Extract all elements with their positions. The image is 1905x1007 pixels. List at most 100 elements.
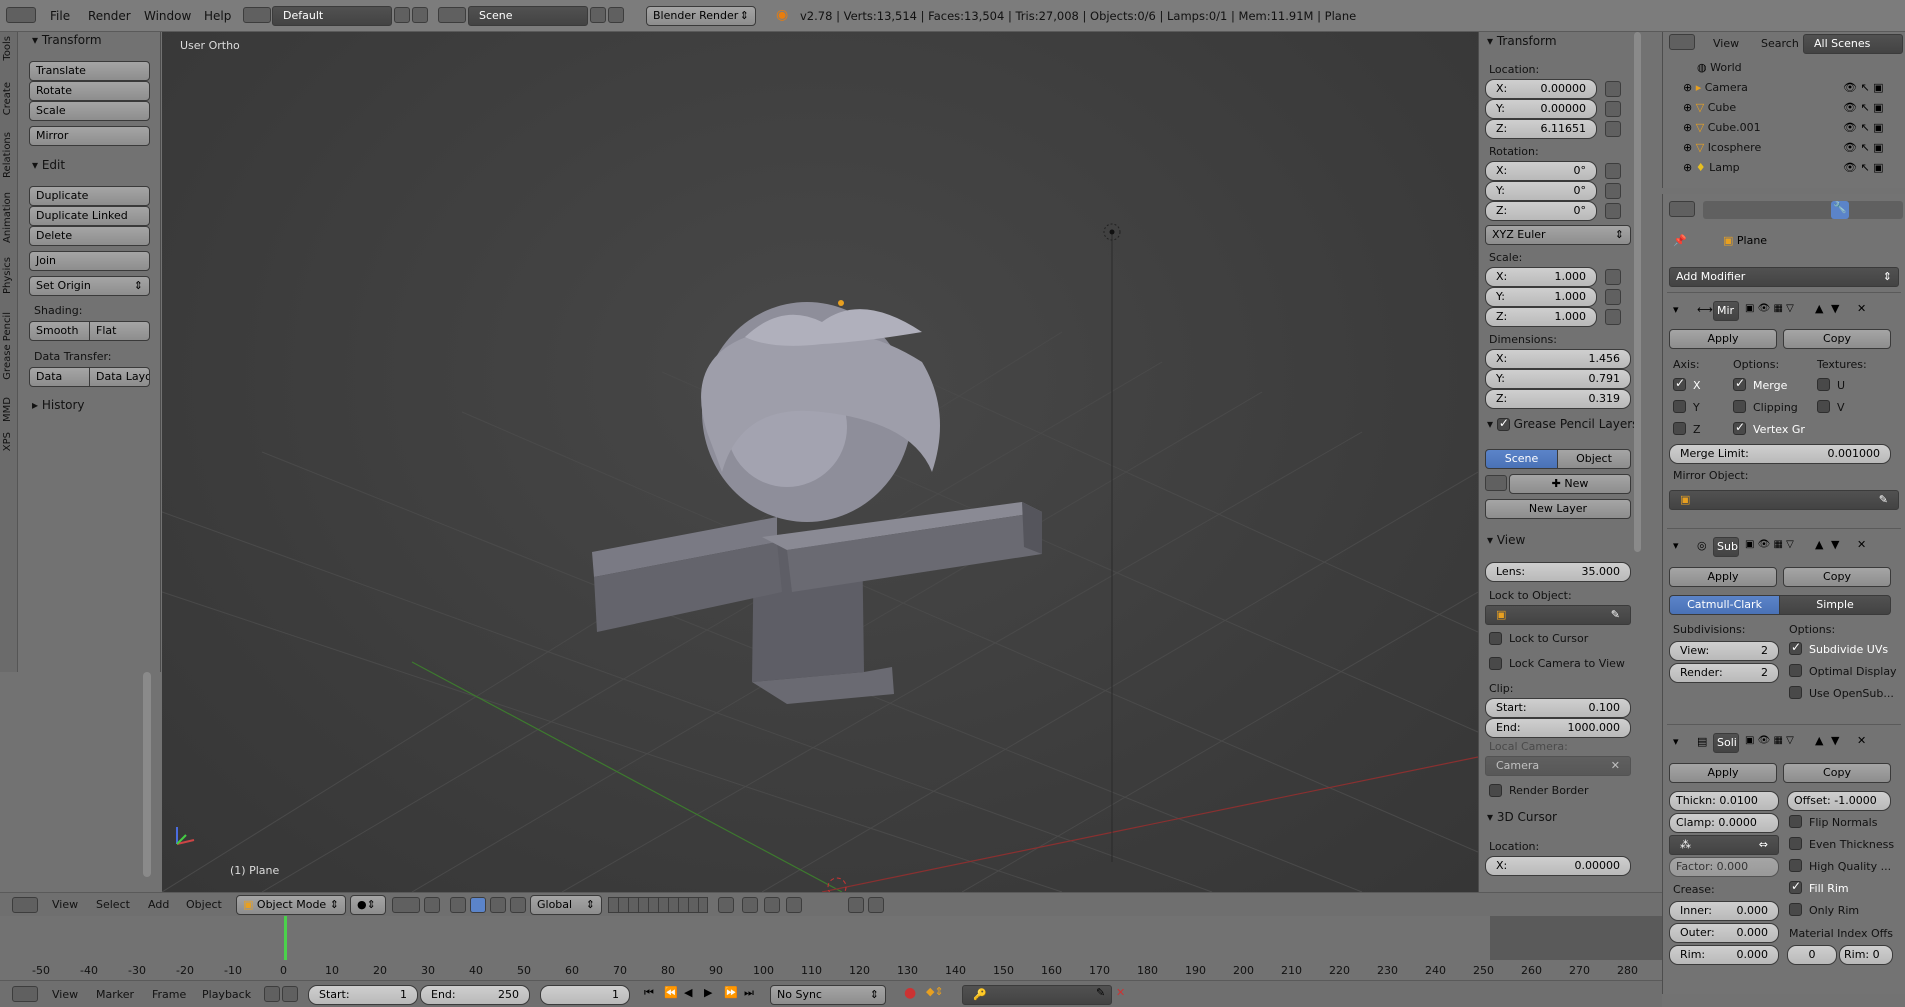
simple-button[interactable]: Simple: [1779, 595, 1891, 615]
npanel-scrollbar[interactable]: [1634, 32, 1641, 552]
dimension-x-field[interactable]: X: 1.456: [1485, 349, 1631, 369]
current-frame-line[interactable]: [284, 916, 287, 960]
cursor-x-field[interactable]: X: 0.00000: [1485, 856, 1631, 876]
rotate-manipulator-icon[interactable]: [470, 897, 486, 913]
visibility-icon[interactable]: 👁 ↖ ▣: [1843, 121, 1884, 134]
lock-range-icon[interactable]: [282, 986, 298, 1002]
pin-icon[interactable]: 📌: [1673, 234, 1687, 247]
outliner-item-cube[interactable]: ⊕ ▽ Cube 👁 ↖ ▣: [1683, 101, 1903, 114]
merge-limit-field[interactable]: Merge Limit: 0.001000: [1669, 444, 1891, 464]
crease-outer-field[interactable]: Outer: 0.000: [1669, 923, 1779, 943]
crease-rim-field[interactable]: Rim: 0.000: [1669, 945, 1779, 965]
join-button[interactable]: Join: [29, 251, 150, 271]
add-scene-icon[interactable]: [590, 7, 606, 23]
scale-x-field[interactable]: X: 1.000: [1485, 267, 1597, 287]
prev-keyframe-icon[interactable]: ⏪: [664, 986, 678, 999]
rotation-x-field[interactable]: X: 0°: [1485, 161, 1597, 181]
axis-x-checkbox[interactable]: [1673, 376, 1686, 391]
keying-icon[interactable]: ◆⇕: [926, 985, 944, 998]
delete-button[interactable]: Delete: [29, 226, 150, 246]
data-layout-button[interactable]: Data Layo: [89, 367, 150, 387]
solidify-name-field[interactable]: Soli: [1713, 733, 1739, 753]
even-thickness-checkbox[interactable]: [1789, 837, 1802, 850]
remove-layout-icon[interactable]: [412, 7, 428, 23]
clip-end-field[interactable]: End: 1000.000: [1485, 718, 1631, 738]
current-frame-field[interactable]: 1: [540, 985, 630, 1005]
manipulator-icon[interactable]: [424, 897, 440, 913]
collapse-icon[interactable]: ▾: [1673, 735, 1679, 748]
snap-target-icon[interactable]: [786, 897, 802, 913]
timeline[interactable]: [0, 916, 1662, 990]
properties-editor-icon[interactable]: [1669, 201, 1695, 217]
vertex-group-field[interactable]: ⁂ ⇔: [1669, 835, 1779, 855]
scale-y-field[interactable]: Y: 1.000: [1485, 287, 1597, 307]
move-up-icon[interactable]: ▲: [1815, 538, 1823, 551]
tab-xps[interactable]: XPS: [2, 432, 13, 451]
lock-scale-y-icon[interactable]: [1605, 289, 1621, 305]
layout-icon[interactable]: [243, 7, 271, 23]
outliner-item-camera[interactable]: ⊕ ▸ Camera 👁 ↖ ▣: [1683, 81, 1903, 94]
render-engine-dropdown[interactable]: Blender Render ⇕: [646, 6, 756, 26]
menu-render[interactable]: Render: [88, 9, 131, 23]
object-menu[interactable]: Object: [186, 898, 222, 911]
mirror-name-field[interactable]: Mir: [1713, 301, 1739, 321]
translate-button[interactable]: Translate: [29, 61, 150, 81]
dimension-y-field[interactable]: Y: 0.791: [1485, 369, 1631, 389]
wrench-icon[interactable]: 🔧: [1831, 201, 1849, 219]
next-keyframe-icon[interactable]: ⏩: [724, 986, 738, 999]
move-up-icon[interactable]: ▲: [1815, 734, 1823, 747]
axis-z-checkbox[interactable]: [1673, 422, 1686, 435]
duplicate-linked-button[interactable]: Duplicate Linked: [29, 206, 150, 226]
mirror-button[interactable]: Mirror: [29, 126, 150, 146]
local-camera-field[interactable]: Camera ✕: [1485, 756, 1631, 776]
scale-z-field[interactable]: Z: 1.000: [1485, 307, 1597, 327]
timeline-editor-icon[interactable]: [12, 986, 38, 1002]
editor-type-icon[interactable]: [12, 897, 38, 913]
tab-physics[interactable]: Physics: [2, 257, 13, 294]
scene-field[interactable]: Scene: [468, 6, 588, 26]
gp-new-layer-button[interactable]: New Layer: [1485, 499, 1631, 519]
vertex-groups-checkbox[interactable]: [1733, 420, 1746, 435]
start-frame-field[interactable]: Start: 1: [308, 985, 418, 1005]
scale-button[interactable]: Scale: [29, 101, 150, 121]
rotate-button[interactable]: Rotate: [29, 81, 150, 101]
lock-location-y-icon[interactable]: [1605, 101, 1621, 117]
gp-object-button[interactable]: Object: [1557, 449, 1631, 469]
screen-layout-field[interactable]: Default: [272, 6, 392, 26]
duplicate-button[interactable]: Duplicate: [29, 186, 150, 206]
lock-camera-checkbox[interactable]: [1489, 657, 1502, 670]
modifier-toggle-icons[interactable]: ▣ 👁 ▦ ▽: [1745, 303, 1794, 314]
preview-range-icon[interactable]: [264, 986, 280, 1002]
crease-inner-field[interactable]: Inner: 0.000: [1669, 901, 1779, 921]
snap-icon[interactable]: [510, 897, 526, 913]
modifier-toggle-icons[interactable]: ▣ 👁 ▦ ▽: [1745, 735, 1794, 746]
tab-tools[interactable]: Tools: [2, 36, 13, 61]
gp-pencil-icon[interactable]: [1485, 475, 1507, 491]
lock-scale-z-icon[interactable]: [1605, 309, 1621, 325]
outliner-search-menu[interactable]: Search: [1761, 37, 1799, 50]
remove-modifier-icon[interactable]: ✕: [1857, 734, 1866, 747]
data-button[interactable]: Data: [29, 367, 90, 387]
edit-panel-header[interactable]: ▾ Edit: [32, 158, 65, 172]
merge-checkbox[interactable]: [1733, 376, 1746, 391]
menu-help[interactable]: Help: [204, 9, 231, 23]
subdiv-view-field[interactable]: View: 2: [1669, 641, 1779, 661]
transform-header[interactable]: ▾ Transform: [1487, 34, 1557, 48]
lock-object-field[interactable]: ▣ ✎: [1485, 605, 1631, 625]
outliner-item-cube001[interactable]: ⊕ ▽ Cube.001 👁 ↖ ▣: [1683, 121, 1903, 134]
clip-start-field[interactable]: Start: 0.100: [1485, 698, 1631, 718]
outliner-scope-dropdown[interactable]: All Scenes: [1803, 34, 1903, 54]
set-origin-dropdown[interactable]: Set Origin ⇕: [29, 276, 150, 296]
select-menu[interactable]: Select: [96, 898, 130, 911]
optimal-display-checkbox[interactable]: [1789, 664, 1802, 677]
collapse-icon[interactable]: ▾: [1673, 539, 1679, 552]
axis-y-checkbox[interactable]: [1673, 400, 1686, 413]
tool-shelf-scrollbar[interactable]: [143, 672, 151, 877]
menu-window[interactable]: Window: [144, 9, 191, 23]
subsurf-name-field[interactable]: Sub: [1713, 537, 1739, 557]
only-rim-checkbox[interactable]: [1789, 903, 1802, 916]
keying-set-field[interactable]: 🔑: [962, 985, 1112, 1005]
transform-panel-header[interactable]: ▾ Transform: [32, 33, 102, 47]
end-frame-field[interactable]: End: 250: [420, 985, 530, 1005]
tab-animation[interactable]: Animation: [2, 192, 13, 243]
